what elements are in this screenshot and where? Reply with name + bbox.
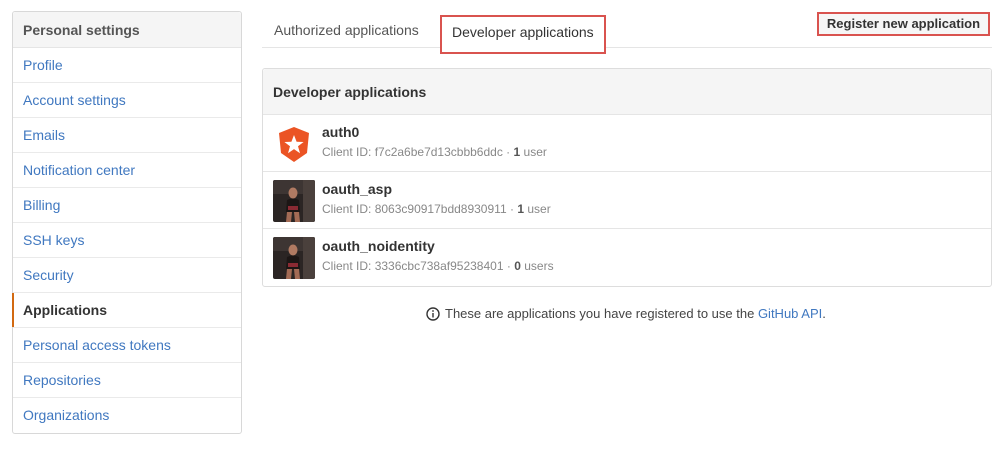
user-label: user [527,202,551,216]
user-label: user [523,145,547,159]
sidebar-item-profile[interactable]: Profile [13,48,241,83]
tab-developer-applications[interactable]: Developer applications [440,15,606,54]
client-id-value: 3336cbc738af95238401 [374,259,504,273]
meta-separator: · [506,145,511,159]
app-row: oauth_asp Client ID: 8063c90917bdd893091… [263,172,991,229]
sidebar-item-applications[interactable]: Applications [12,293,241,328]
settings-sidebar: Personal settings Profile Account settin… [12,11,242,434]
info-icon [426,306,440,321]
sidebar-item-emails[interactable]: Emails [13,118,241,153]
app-name[interactable]: auth0 [322,124,359,140]
sidebar-item-organizations[interactable]: Organizations [13,398,241,433]
auth0-logo-icon[interactable] [273,123,315,165]
client-id-value: f7c2a6be7d13cbbb6ddc [374,145,503,159]
user-photo-icon[interactable] [273,237,315,279]
client-id-label: Client ID: [322,202,372,216]
sidebar-item-ssh-keys[interactable]: SSH keys [13,223,241,258]
app-row: oauth_noidentity Client ID: 3336cbc738af… [263,229,991,286]
app-meta: Client ID: 8063c90917bdd8930911 · 1 user [322,202,551,216]
client-id-label: Client ID: [322,259,372,273]
user-count: 1 [513,145,521,159]
meta-separator: · [506,259,511,273]
user-label: users [524,259,554,273]
app-meta: Client ID: f7c2a6be7d13cbbb6ddc · 1 user [322,145,547,159]
user-count: 0 [514,259,521,273]
client-id-value: 8063c90917bdd8930911 [374,202,507,216]
github-api-link[interactable]: GitHub API [758,306,822,321]
registered-apps-note: These are applications you have register… [426,306,826,321]
panel-title: Developer applications [263,69,991,115]
tab-authorized-applications[interactable]: Authorized applications [274,12,419,48]
settings-page: Personal settings Profile Account settin… [0,0,1007,451]
sidebar-item-security[interactable]: Security [13,258,241,293]
client-id-label: Client ID: [322,145,372,159]
note-text: These are applications you have register… [445,306,755,321]
sidebar-item-notification-center[interactable]: Notification center [13,153,241,188]
meta-separator: · [509,202,514,216]
note-end: . [822,306,826,321]
app-row: auth0 Client ID: f7c2a6be7d13cbbb6ddc · … [263,115,991,172]
sidebar-item-billing[interactable]: Billing [13,188,241,223]
register-new-application-button[interactable]: Register new application [817,12,990,36]
developer-applications-panel: Developer applications auth0 Client ID: … [262,68,992,287]
app-name[interactable]: oauth_noidentity [322,238,435,254]
app-meta: Client ID: 3336cbc738af95238401 · 0 user… [322,259,554,273]
app-name[interactable]: oauth_asp [322,181,392,197]
user-photo-icon[interactable] [273,180,315,222]
sidebar-item-personal-access-tokens[interactable]: Personal access tokens [13,328,241,363]
sidebar-item-repositories[interactable]: Repositories [13,363,241,398]
sidebar-title: Personal settings [13,12,241,48]
user-count: 1 [517,202,524,216]
sidebar-item-account-settings[interactable]: Account settings [13,83,241,118]
